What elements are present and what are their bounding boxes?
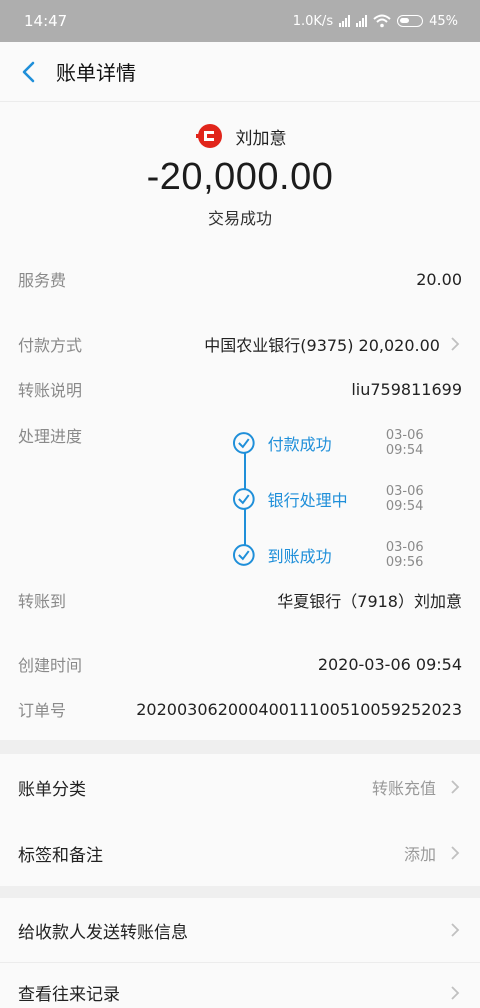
transfer-to-value: 华夏银行（7918）刘加意 xyxy=(277,592,462,611)
step-text: 到账成功 xyxy=(267,547,332,566)
fee-label: 服务费 xyxy=(18,271,67,290)
check-circle-icon xyxy=(232,488,255,510)
history-label: 查看往来记录 xyxy=(18,985,120,1005)
order-value: 20200306200040011100510059252023 xyxy=(136,699,462,719)
battery-icon xyxy=(397,15,424,27)
payee-name: 刘加意 xyxy=(235,128,287,149)
step-time: 03-06 09:54 xyxy=(385,484,424,514)
battery-level: 45% xyxy=(429,13,458,29)
progress-step: 付款成功 03-06 09:54 xyxy=(232,428,464,458)
send-info-label: 给收款人发送转账信息 xyxy=(18,922,188,943)
payment-method-row[interactable]: 付款方式 中国农业银行(9375) 20,020.00 xyxy=(0,325,480,363)
transfer-to-label: 转账到 xyxy=(18,592,67,611)
progress-label: 处理进度 xyxy=(18,427,83,446)
memo-label: 转账说明 xyxy=(18,381,83,400)
fee-row: 服务费 20.00 xyxy=(0,260,480,298)
memo-value: liu759811699 xyxy=(351,379,462,399)
bank-logo-icon xyxy=(195,124,222,148)
payee-line: 刘加意 xyxy=(0,118,480,154)
order-number-row: 订单号 20200306200040011100510059252023 xyxy=(0,690,480,728)
created-label: 创建时间 xyxy=(18,656,83,675)
memo-row: 转账说明 liu759811699 xyxy=(0,370,480,408)
chevron-right-icon xyxy=(451,780,460,794)
back-arrow-icon xyxy=(22,61,35,82)
transaction-summary: 刘加意 -20,000.00 交易成功 xyxy=(0,102,480,242)
chevron-right-icon xyxy=(451,337,460,351)
fee-value: 20.00 xyxy=(416,269,462,289)
check-circle-icon xyxy=(232,432,255,454)
signal-icon xyxy=(339,15,351,27)
tags-notes-row[interactable]: 标签和备注 添加 xyxy=(0,820,480,886)
page-title: 账单详情 xyxy=(56,61,136,85)
category-label: 账单分类 xyxy=(18,779,86,800)
app-header: 账单详情 xyxy=(0,42,480,102)
tags-label: 标签和备注 xyxy=(18,845,103,866)
step-time: 03-06 09:56 xyxy=(385,540,424,570)
step-time: 03-06 09:54 xyxy=(385,428,424,458)
created-value: 2020-03-06 09:54 xyxy=(317,654,462,674)
transaction-status: 交易成功 xyxy=(207,209,272,228)
order-label: 订单号 xyxy=(18,701,67,720)
section-divider xyxy=(0,740,480,754)
tags-value: 添加 xyxy=(403,845,436,864)
chevron-right-icon xyxy=(451,923,460,937)
created-time-row: 创建时间 2020-03-06 09:54 xyxy=(0,645,480,683)
view-history-row[interactable]: 查看往来记录 xyxy=(0,962,480,1008)
bill-category-row[interactable]: 账单分类 转账充值 xyxy=(0,754,480,820)
network-speed: 1.0K/s xyxy=(292,13,334,29)
status-bar: 14:47 1.0K/s 45% xyxy=(0,0,480,42)
step-text: 银行处理中 xyxy=(267,491,348,510)
check-circle-icon xyxy=(232,544,255,566)
status-time: 14:47 xyxy=(24,12,68,30)
wifi-icon xyxy=(373,14,391,28)
payment-label: 付款方式 xyxy=(18,336,83,355)
signal-icon-2 xyxy=(356,15,368,27)
progress-step: 到账成功 03-06 09:56 xyxy=(232,540,464,570)
transfer-to-row: 转账到 华夏银行（7918）刘加意 xyxy=(0,581,480,619)
chevron-right-icon xyxy=(451,846,460,860)
status-icons: 1.0K/s 45% xyxy=(293,14,458,29)
progress-timeline: 付款成功 03-06 09:54 银行处理中 03-06 09:54 到账成功 … xyxy=(232,424,472,570)
category-value: 转账充值 xyxy=(371,779,436,798)
step-text: 付款成功 xyxy=(267,435,332,454)
section-divider xyxy=(0,886,480,898)
payment-value: 中国农业银行(9375) 20,020.00 xyxy=(204,336,440,355)
send-transfer-info-row[interactable]: 给收款人发送转账信息 xyxy=(0,898,480,962)
back-button[interactable] xyxy=(0,42,56,102)
chevron-right-icon xyxy=(451,985,460,1000)
progress-step: 银行处理中 03-06 09:54 xyxy=(232,484,464,514)
amount: -20,000.00 xyxy=(146,156,334,198)
